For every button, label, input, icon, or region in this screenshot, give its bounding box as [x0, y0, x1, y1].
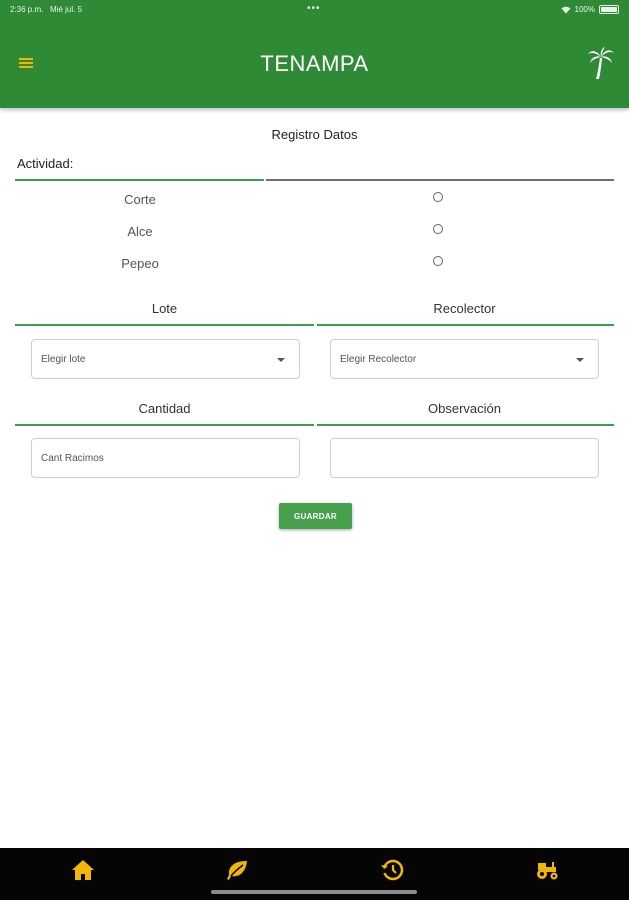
activity-option-pepeo[interactable]: Pepeo	[0, 252, 629, 276]
lote-divider	[15, 324, 314, 326]
actividad-label: Actividad:	[17, 156, 74, 171]
palm-tree-icon[interactable]	[587, 46, 615, 80]
home-indicator[interactable]	[211, 890, 417, 894]
leaf-icon[interactable]	[225, 859, 249, 881]
history-icon[interactable]	[380, 859, 404, 881]
save-button[interactable]: GUARDAR	[279, 503, 352, 529]
form-title: Registro Datos	[271, 127, 358, 142]
observacion-header: Observación	[428, 401, 501, 416]
status-time-date: 2:36 p.m. Mié jul. 5	[10, 5, 82, 14]
tractor-icon[interactable]	[535, 859, 559, 881]
lote-select[interactable]: Elegir lote	[31, 339, 300, 379]
cantidad-header: Cantidad	[138, 401, 191, 416]
status-dots: •••	[307, 3, 321, 14]
activity-radio-corte[interactable]	[433, 192, 443, 202]
chevron-down-icon	[576, 358, 584, 362]
activity-label: Pepeo	[121, 256, 159, 271]
activity-radio-alce[interactable]	[433, 224, 443, 234]
battery-percent: 100%	[574, 5, 595, 14]
home-icon[interactable]	[71, 859, 95, 881]
activity-radio-pepeo[interactable]	[433, 256, 443, 266]
lote-header: Lote	[151, 301, 178, 316]
observacion-input[interactable]	[330, 438, 599, 478]
cantidad-input[interactable]: Cant Racimos	[31, 438, 300, 478]
activity-label: Corte	[124, 192, 156, 207]
recolector-header: Recolector	[433, 301, 496, 316]
status-time: 2:36 p.m.	[10, 5, 44, 14]
status-date: Mié jul. 5	[50, 5, 83, 14]
app-bar: TENAMPA	[0, 20, 629, 108]
lote-select-placeholder: Elegir lote	[41, 354, 86, 365]
battery-icon	[599, 5, 619, 14]
actividad-divider-green	[15, 179, 264, 181]
status-bar: 2:36 p.m. Mié jul. 5 ••• 100%	[0, 0, 629, 20]
recolector-select[interactable]: Elegir Recolector	[330, 339, 599, 379]
wifi-icon	[561, 6, 571, 13]
status-right: 100%	[561, 5, 619, 14]
observacion-divider	[317, 424, 614, 426]
recolector-divider	[317, 324, 614, 326]
chevron-down-icon	[277, 358, 285, 362]
cantidad-divider	[15, 424, 314, 426]
actividad-divider-gray	[266, 179, 614, 181]
recolector-select-placeholder: Elegir Recolector	[340, 354, 417, 365]
app-title: TENAMPA	[260, 51, 369, 76]
activity-option-alce[interactable]: Alce	[0, 220, 629, 244]
activity-option-corte[interactable]: Corte	[0, 188, 629, 212]
activity-label: Alce	[127, 224, 153, 239]
cantidad-input-placeholder: Cant Racimos	[41, 453, 104, 464]
